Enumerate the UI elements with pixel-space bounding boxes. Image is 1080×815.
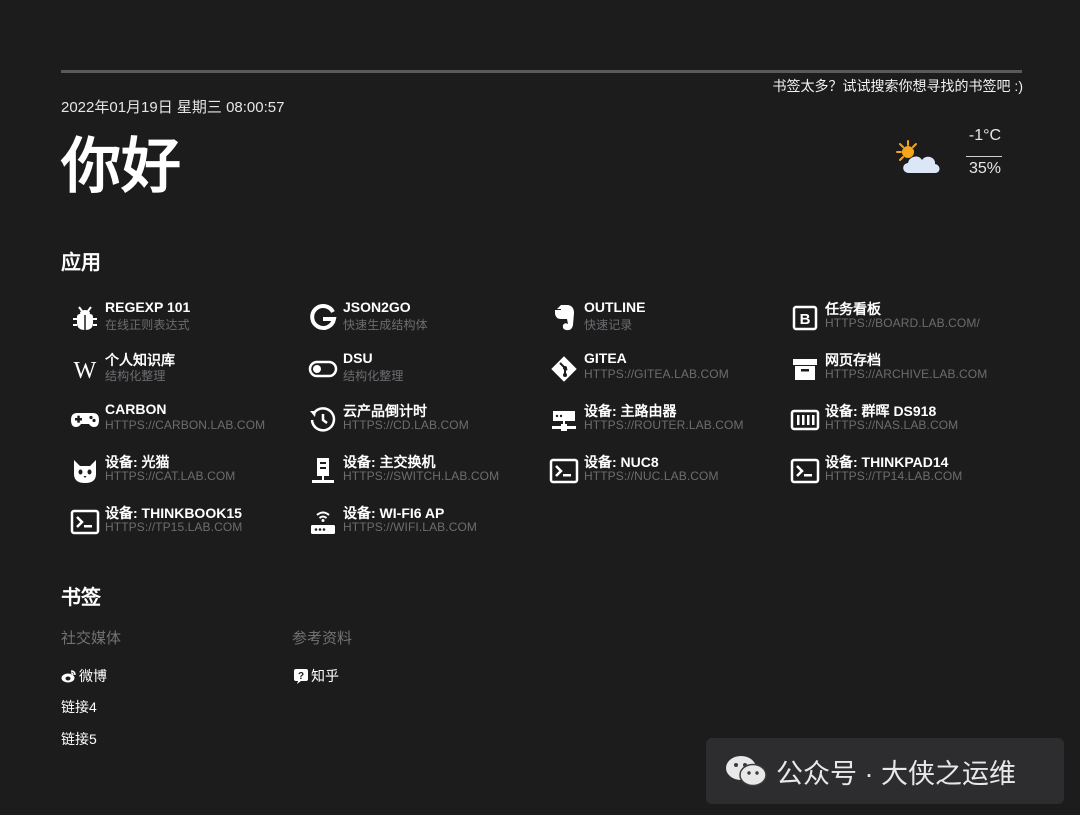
wechat-icon (726, 756, 767, 787)
app-subtitle: HTTPS://WIFI.LAB.COM (343, 520, 478, 534)
app-subtitle: HTTPS://BOARD.LAB.COM/ (825, 316, 980, 330)
app-subtitle: HTTPS://NUC.LAB.COM (584, 469, 719, 483)
network-icon (549, 405, 579, 435)
weather-temperature: -1°C (968, 127, 1002, 144)
app-name: DSU (343, 350, 373, 366)
bookmark-group-social: 社交媒体 (61, 630, 122, 647)
switch-tower-icon (308, 456, 338, 486)
app-cloud-countdown[interactable]: 云产品倒计时 HTTPS://CD.LAB.COM (302, 401, 532, 443)
terminal-icon (549, 456, 579, 486)
bookmark-link5[interactable]: 链接5 (61, 729, 97, 749)
terminal-icon (790, 456, 820, 486)
toggle-icon (308, 354, 338, 384)
app-subtitle: 结构化整理 (105, 369, 166, 383)
app-subtitle: HTTPS://TP15.LAB.COM (105, 520, 243, 534)
app-subtitle: HTTPS://CAT.LAB.COM (105, 469, 236, 483)
bookmark-label: 链接4 (61, 699, 97, 715)
apps-section-title: 应用 (61, 252, 101, 274)
gamepad-icon (70, 405, 100, 435)
app-subtitle: 在线正则表达式 (105, 318, 190, 332)
zhihu-icon: ? (294, 669, 308, 684)
bug-icon (70, 303, 100, 333)
app-name: OUTLINE (584, 299, 646, 315)
wikipedia-icon: W (70, 354, 100, 384)
app-subtitle: 快速生成结构体 (343, 318, 428, 332)
app-regexp101[interactable]: REGEXP 101 在线正则表达式 (64, 299, 294, 341)
app-name: GITEA (584, 350, 627, 366)
bookmark-label: 链接5 (61, 731, 97, 747)
app-optical-modem[interactable]: 设备: 光猫 HTTPS://CAT.LAB.COM (64, 452, 294, 494)
greeting: 你好 (61, 133, 181, 200)
terminal-icon (70, 507, 100, 537)
weather-humidity: 35% (968, 160, 1002, 177)
board-b-icon: B (790, 303, 820, 333)
app-subtitle: 快速记录 (584, 318, 633, 332)
app-knowledge-base[interactable]: W 个人知识库 结构化整理 (64, 350, 294, 392)
app-gitea[interactable]: GITEA HTTPS://GITEA.LAB.COM (543, 350, 773, 392)
watermark-text: 公众号 · 大侠之运维 (776, 758, 1016, 789)
archive-box-icon (790, 354, 820, 384)
weibo-icon (61, 670, 76, 683)
app-main-switch[interactable]: 设备: 主交换机 HTTPS://SWITCH.LAB.COM (302, 452, 532, 494)
app-subtitle: HTTPS://ROUTER.LAB.COM (584, 418, 744, 432)
bookmark-label: 微博 (79, 668, 107, 684)
bookmark-label: 知乎 (311, 668, 339, 684)
app-outline[interactable]: OUTLINE 快速记录 (543, 299, 773, 341)
google-g-icon (308, 303, 338, 333)
app-dsu[interactable]: DSU 结构化整理 (302, 350, 532, 392)
app-name: CARBON (105, 401, 167, 417)
app-carbon[interactable]: CARBON HTTPS://CARBON.LAB.COM (64, 401, 294, 443)
app-router[interactable]: 设备: 主路由器 HTTPS://ROUTER.LAB.COM (543, 401, 773, 443)
app-wifi6-ap[interactable]: 设备: WI-FI6 AP HTTPS://WIFI.LAB.COM (302, 503, 532, 545)
nas-drives-icon (790, 405, 820, 435)
app-subtitle: HTTPS://ARCHIVE.LAB.COM (825, 367, 988, 381)
wechat-watermark: 公众号 · 大侠之运维 (706, 738, 1064, 804)
cat-icon (70, 456, 100, 486)
history-clock-icon (308, 405, 338, 435)
app-subtitle: HTTPS://GITEA.LAB.COM (584, 367, 729, 381)
app-subtitle: HTTPS://CARBON.LAB.COM (105, 418, 266, 432)
app-json2go[interactable]: JSON2GO 快速生成结构体 (302, 299, 532, 341)
bookmark-link4[interactable]: 链接4 (61, 697, 97, 717)
bookmark-zhihu[interactable]: ? 知乎 (293, 666, 339, 686)
search-hint[interactable]: 书签太多？试试搜索你想寻找的书签吧 :) (773, 76, 1023, 96)
datetime: 2022年01月19日 星期三 08:00:57 (61, 99, 285, 116)
app-web-archive[interactable]: 网页存档 HTTPS://ARCHIVE.LAB.COM (784, 350, 1014, 392)
app-subtitle: HTTPS://NAS.LAB.COM (825, 418, 959, 432)
app-subtitle: HTTPS://CD.LAB.COM (343, 418, 469, 432)
bookmark-weibo[interactable]: 微博 (61, 666, 107, 686)
evernote-icon (549, 303, 579, 333)
svg-text:?: ? (298, 671, 304, 682)
svg-text:B: B (800, 311, 811, 328)
app-thinkbook15[interactable]: 设备: THINKBOOK15 HTTPS://TP15.LAB.COM (64, 503, 294, 545)
app-name: JSON2GO (343, 299, 411, 315)
weather-divider (966, 156, 1002, 157)
app-name: REGEXP 101 (105, 299, 191, 315)
wifi-router-icon (308, 507, 338, 537)
app-task-board[interactable]: B 任务看板 HTTPS://BOARD.LAB.COM/ (784, 299, 1014, 341)
bookmark-group-reference: 参考资料 (292, 630, 353, 647)
git-icon (549, 354, 579, 384)
app-nas[interactable]: 设备: 群晖 DS918 HTTPS://NAS.LAB.COM (784, 401, 1014, 443)
svg-text:W: W (74, 358, 97, 384)
partly-cloudy-icon (893, 139, 943, 177)
app-subtitle: 结构化整理 (343, 369, 404, 383)
app-nuc8[interactable]: 设备: NUC8 HTTPS://NUC.LAB.COM (543, 452, 773, 494)
app-subtitle: HTTPS://TP14.LAB.COM (825, 469, 963, 483)
app-subtitle: HTTPS://SWITCH.LAB.COM (343, 469, 500, 483)
app-thinkpad14[interactable]: 设备: THINKPAD14 HTTPS://TP14.LAB.COM (784, 452, 1014, 494)
bookmarks-section-title: 书签 (61, 587, 101, 609)
header-divider (61, 70, 1022, 73)
